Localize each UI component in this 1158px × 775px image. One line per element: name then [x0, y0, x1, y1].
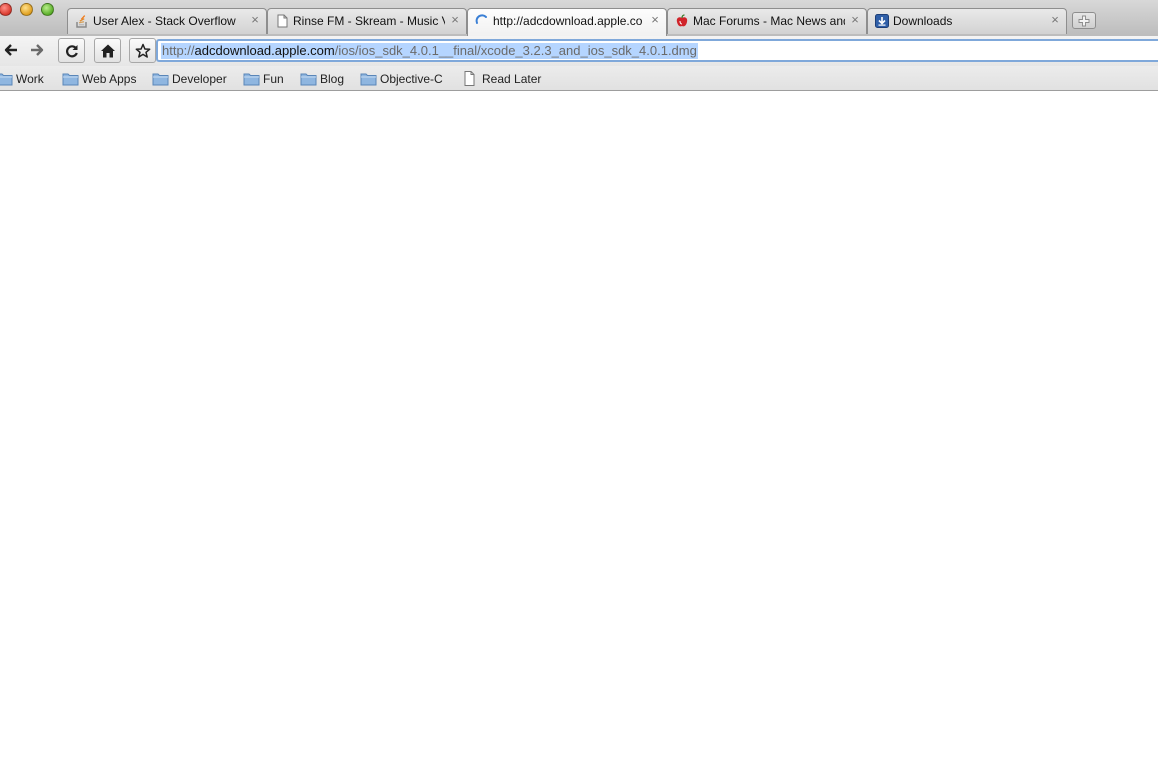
- page-icon: [462, 71, 479, 86]
- window-minimize-button[interactable]: [20, 3, 33, 16]
- tab-close-icon[interactable]: ×: [1048, 13, 1062, 27]
- folder-icon: [0, 71, 13, 86]
- forward-arrow-icon: [31, 44, 44, 56]
- url-host: adcdownload.apple.com: [194, 43, 335, 58]
- reload-icon: [66, 45, 78, 58]
- bookmark-label: Web Apps: [82, 72, 137, 86]
- folder-icon: [62, 71, 79, 86]
- page-content-area: [0, 91, 1158, 775]
- address-bar-url[interactable]: http://adcdownload.apple.com/ios/ios_sdk…: [161, 43, 698, 59]
- folder-icon: [300, 71, 317, 86]
- window-close-button[interactable]: [0, 3, 12, 16]
- reload-button[interactable]: [58, 38, 85, 63]
- bookmark-label: Developer: [172, 72, 227, 86]
- tab-title: Mac Forums - Mac News and: [693, 14, 845, 28]
- star-icon: [135, 43, 151, 58]
- folder-icon: [243, 71, 260, 86]
- folder-icon: [360, 71, 377, 86]
- tab-title: User Alex - Stack Overflow: [93, 14, 236, 28]
- window-zoom-button[interactable]: [41, 3, 54, 16]
- tab-close-icon[interactable]: ×: [448, 13, 462, 27]
- bookmarks-bar: Work Web Apps Developer Fun Blog Objecti…: [0, 66, 1158, 91]
- bookmark-star-button[interactable]: [129, 38, 156, 63]
- bookmark-label: Read Later: [482, 72, 542, 86]
- folder-icon: [152, 71, 169, 86]
- mac-forums-apple-icon: [675, 14, 689, 28]
- tab-close-icon[interactable]: ×: [648, 13, 662, 27]
- page-icon: [275, 14, 289, 28]
- bookmark-label: Objective-C: [380, 72, 443, 86]
- tab-close-icon[interactable]: ×: [248, 13, 262, 27]
- back-arrow-icon: [4, 44, 17, 56]
- browser-toolbar: http://adcdownload.apple.com/ios/ios_sdk…: [0, 36, 1158, 66]
- loading-spinner-icon: [475, 14, 489, 28]
- forward-button[interactable]: [24, 38, 51, 63]
- bookmark-label: Fun: [263, 72, 284, 86]
- tab-close-icon[interactable]: ×: [848, 13, 862, 27]
- tab-adcdownload[interactable]: http://adcdownload.apple.co ×: [467, 8, 667, 36]
- plus-icon: [1078, 15, 1090, 27]
- tab-rinse-fm[interactable]: Rinse FM - Skream - Music V ×: [267, 8, 467, 34]
- tab-title: Downloads: [893, 14, 953, 28]
- home-button[interactable]: [94, 38, 121, 63]
- new-tab-button[interactable]: [1072, 12, 1096, 29]
- stack-overflow-icon: [75, 14, 89, 28]
- url-path: /ios/ios_sdk_4.0.1__final/xcode_3.2.3_an…: [334, 43, 697, 58]
- downloads-icon: [875, 14, 889, 28]
- tab-title: http://adcdownload.apple.co: [493, 14, 643, 28]
- tab-mac-forums[interactable]: Mac Forums - Mac News and ×: [667, 8, 867, 34]
- url-scheme: http://: [162, 43, 195, 58]
- tab-title: Rinse FM - Skream - Music V: [293, 14, 445, 28]
- address-bar[interactable]: http://adcdownload.apple.com/ios/ios_sdk…: [156, 39, 1158, 62]
- home-icon: [101, 44, 115, 58]
- back-button[interactable]: [0, 38, 25, 63]
- tab-downloads[interactable]: Downloads ×: [867, 8, 1067, 34]
- tab-stack-overflow[interactable]: User Alex - Stack Overflow ×: [67, 8, 267, 34]
- bookmark-label: Work: [16, 72, 44, 86]
- bookmark-label: Blog: [320, 72, 345, 86]
- tab-strip: User Alex - Stack Overflow × Rinse FM - …: [0, 0, 1158, 36]
